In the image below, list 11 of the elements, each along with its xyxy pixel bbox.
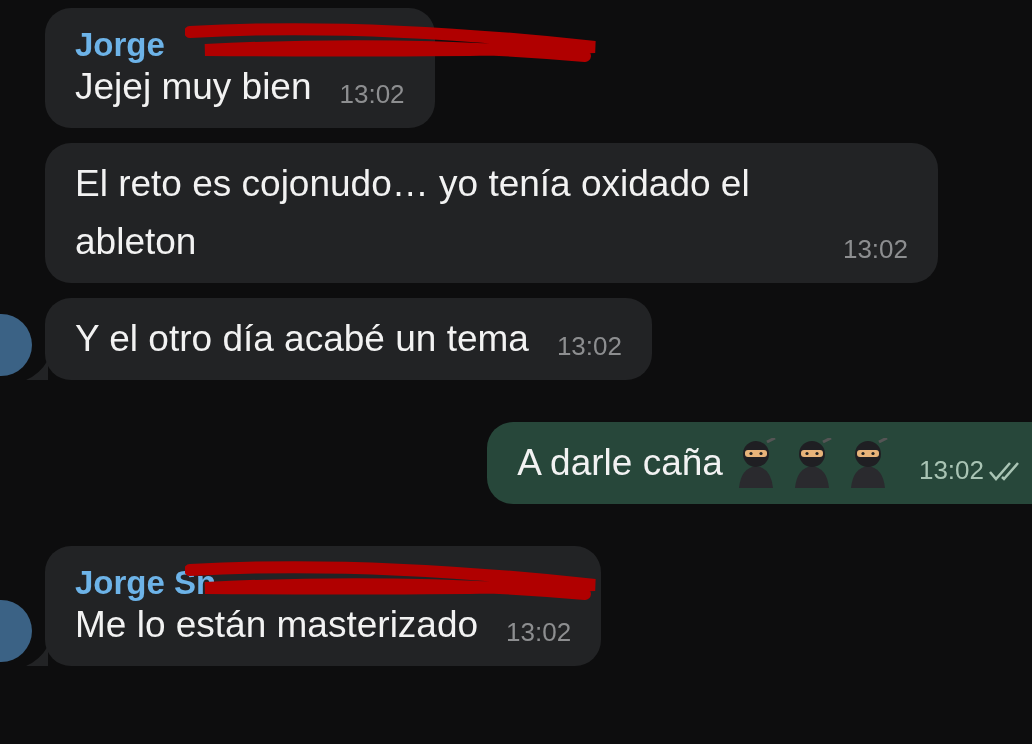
message-text: Me lo están masterizado [75, 603, 479, 647]
sender-name: Jorge [75, 26, 165, 63]
message-time: 13:02 [506, 616, 572, 649]
message-time: 13:02 [918, 454, 984, 487]
message-text: Y el otro día acabé un tema [75, 317, 529, 361]
message-time: 13:02 [556, 330, 622, 363]
message-text: A darle caña [517, 434, 891, 492]
message-time: 13:02 [339, 78, 405, 111]
message-text: Jejej muy bien [75, 65, 312, 109]
message-time: 13:02 [842, 233, 908, 266]
message-text: El reto es cojonudo… yo tenía oxidado el ableton [75, 162, 751, 264]
